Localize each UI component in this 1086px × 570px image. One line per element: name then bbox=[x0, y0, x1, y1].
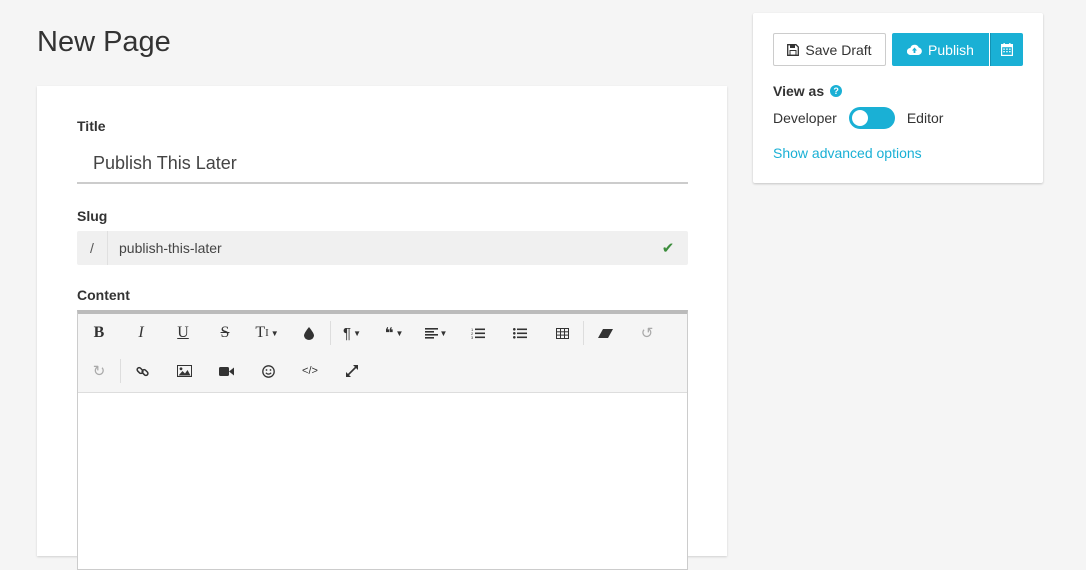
rich-text-editor: B I U S T I ▼ ¶ ▼ ❝ ▼ ▼ 123 ↺ ↻ </> bbox=[77, 310, 688, 570]
text-size-button[interactable]: T I ▼ bbox=[246, 314, 288, 352]
editor-toolbar: B I U S T I ▼ ¶ ▼ ❝ ▼ ▼ 123 ↺ ↻ </> bbox=[78, 314, 687, 393]
code-icon: </> bbox=[302, 365, 318, 377]
undo-icon: ↺ bbox=[640, 325, 654, 342]
bold-icon: B bbox=[93, 324, 105, 341]
publish-button[interactable]: Publish bbox=[892, 33, 989, 66]
svg-text:3: 3 bbox=[471, 335, 474, 339]
view-as-text: View as bbox=[773, 83, 825, 99]
slug-label: Slug bbox=[77, 208, 108, 224]
slug-input[interactable] bbox=[108, 239, 648, 257]
align-button[interactable]: ▼ bbox=[415, 314, 457, 352]
slug-field-group: / ✔ bbox=[77, 231, 688, 265]
strikethrough-icon: S bbox=[220, 324, 230, 341]
redo-icon: ↻ bbox=[92, 363, 106, 380]
developer-label: Developer bbox=[773, 110, 837, 126]
redo-button[interactable]: ↻ bbox=[78, 352, 120, 390]
table-button[interactable] bbox=[541, 314, 583, 352]
content-label: Content bbox=[77, 287, 130, 303]
help-icon[interactable]: ? bbox=[830, 85, 843, 97]
video-camera-icon bbox=[218, 366, 234, 376]
cloud-upload-icon bbox=[907, 44, 922, 55]
ordered-list-button[interactable]: 123 bbox=[457, 314, 499, 352]
paragraph-icon: ¶ bbox=[343, 324, 352, 342]
publish-label: Publish bbox=[928, 41, 974, 58]
underline-icon: U bbox=[177, 324, 189, 341]
ordered-list-icon: 123 bbox=[471, 327, 485, 339]
table-icon bbox=[555, 327, 569, 339]
title-label: Title bbox=[77, 118, 106, 134]
smiley-icon bbox=[261, 364, 275, 378]
view-as-label: View as ? bbox=[773, 83, 843, 99]
view-mode-toggle-row: Developer Editor bbox=[773, 107, 943, 129]
show-advanced-options-link[interactable]: Show advanced options bbox=[773, 145, 922, 161]
check-icon: ✔ bbox=[661, 240, 675, 257]
schedule-button[interactable] bbox=[990, 33, 1023, 66]
calendar-icon bbox=[1001, 43, 1013, 56]
text-color-button[interactable] bbox=[288, 314, 330, 352]
quote-button[interactable]: ❝ ▼ bbox=[373, 314, 415, 352]
view-mode-toggle[interactable] bbox=[848, 107, 895, 129]
text-size-icon: T bbox=[255, 324, 266, 341]
save-draft-label: Save Draft bbox=[805, 41, 872, 58]
page-title: New Page bbox=[37, 26, 171, 58]
image-icon bbox=[176, 365, 192, 377]
italic-icon: I bbox=[138, 324, 144, 341]
strikethrough-button[interactable]: S bbox=[204, 314, 246, 352]
expand-icon bbox=[346, 365, 358, 377]
align-left-icon bbox=[424, 327, 438, 339]
undo-button[interactable]: ↺ bbox=[626, 314, 668, 352]
fullscreen-button[interactable] bbox=[331, 352, 373, 390]
eraser-icon bbox=[597, 328, 613, 338]
slug-prefix: / bbox=[77, 231, 108, 265]
title-input[interactable] bbox=[77, 144, 688, 184]
page-form-card: Title Slug / ✔ Content B I U S TI▼ ¶▼ ❝▼… bbox=[37, 86, 727, 570]
bullet-list-icon bbox=[513, 328, 527, 339]
italic-button[interactable]: I bbox=[120, 314, 162, 352]
underline-button[interactable]: U bbox=[162, 314, 204, 352]
eraser-button[interactable] bbox=[584, 314, 626, 352]
link-button[interactable] bbox=[121, 352, 163, 390]
save-draft-button[interactable]: Save Draft bbox=[773, 33, 886, 66]
link-icon bbox=[135, 366, 149, 376]
editor-label: Editor bbox=[906, 110, 944, 126]
image-button[interactable] bbox=[163, 352, 205, 390]
paragraph-button[interactable]: ¶ ▼ bbox=[331, 314, 373, 352]
code-view-button[interactable]: </> bbox=[289, 352, 331, 390]
droplet-icon bbox=[304, 326, 314, 340]
bullet-list-button[interactable] bbox=[499, 314, 541, 352]
bold-button[interactable]: B bbox=[78, 314, 120, 352]
toggle-knob bbox=[851, 110, 868, 126]
editor-content-area[interactable] bbox=[78, 393, 687, 563]
video-button[interactable] bbox=[205, 352, 247, 390]
quote-icon: ❝ bbox=[384, 325, 394, 342]
publish-panel: Save Draft Publish View as ? Developer E… bbox=[753, 13, 1043, 183]
emoji-button[interactable] bbox=[247, 352, 289, 390]
floppy-disk-icon bbox=[787, 43, 800, 56]
